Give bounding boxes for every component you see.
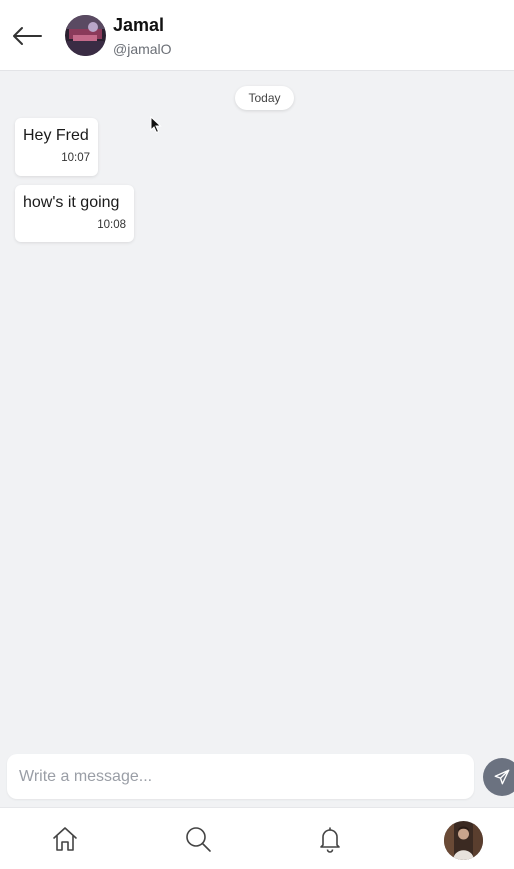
- contact-avatar[interactable]: [65, 15, 106, 56]
- contact-handle: @jamalO: [113, 41, 172, 57]
- message-bubble: Hey Fred 10:07: [15, 118, 98, 176]
- chat-header: Jamal @jamalO: [0, 0, 514, 71]
- message-text: Hey Fred: [23, 127, 89, 144]
- message-composer: [7, 754, 474, 799]
- send-button[interactable]: [483, 758, 514, 796]
- message-time: 10:07: [61, 152, 90, 164]
- paper-plane-icon: [494, 769, 510, 785]
- message-text: how's it going: [23, 194, 120, 211]
- bell-icon: [320, 827, 340, 853]
- nav-notifications[interactable]: [315, 824, 345, 854]
- nav-profile-avatar[interactable]: [444, 821, 483, 860]
- arrow-left-icon: [13, 27, 42, 45]
- back-button[interactable]: [10, 22, 44, 50]
- bottom-navigation: [0, 807, 514, 869]
- home-icon: [53, 827, 77, 851]
- contact-name: Jamal: [113, 15, 165, 35]
- nav-search[interactable]: [183, 824, 213, 854]
- nav-home[interactable]: [50, 824, 80, 854]
- mouse-cursor-icon: [150, 116, 162, 134]
- message-input[interactable]: [7, 754, 474, 799]
- search-icon: [186, 827, 211, 852]
- date-divider: Today: [235, 86, 294, 110]
- message-time: 10:08: [97, 219, 126, 231]
- message-bubble: how's it going 10:08: [15, 185, 134, 242]
